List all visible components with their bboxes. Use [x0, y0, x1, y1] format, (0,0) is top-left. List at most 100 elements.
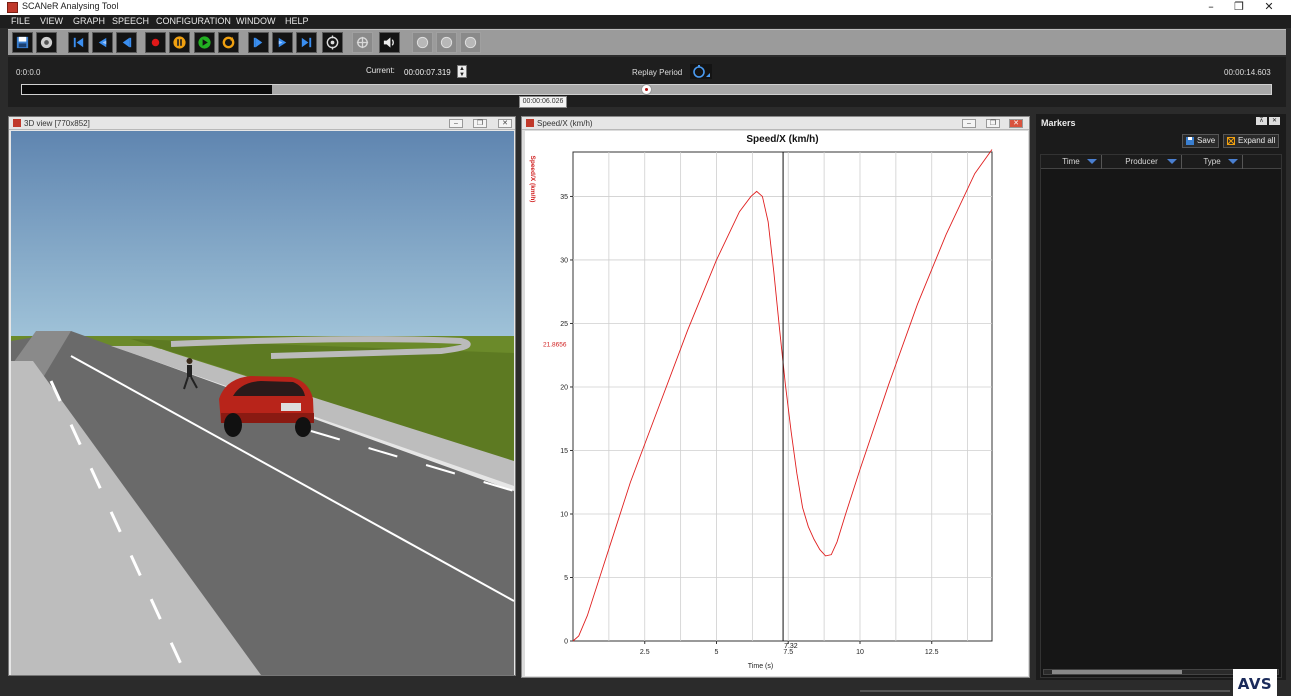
pause-icon[interactable] [169, 32, 190, 53]
speed-chart[interactable]: Speed/X (km/h) 2.5 5 7.5 10 12.5 0 5 10 15 20 25 30 3… [525, 131, 1028, 676]
camera-target-icon[interactable] [322, 32, 343, 53]
x-tick-label: 2.5 [640, 649, 650, 656]
graph-window-title: Speed/X (km/h) [537, 119, 593, 128]
replay-period-label: Replay Period [632, 68, 683, 77]
menu-graph[interactable]: GRAPH [73, 16, 105, 26]
3d-view-titlebar: 3D view [770x852] – ❐ ✕ [9, 117, 515, 130]
panel-icon [13, 119, 21, 127]
save-label: Save [1197, 136, 1216, 145]
menu-speech[interactable]: SPEECH [112, 16, 149, 26]
play-backward-icon[interactable] [116, 32, 137, 53]
x-tick-label: 7.5 [783, 649, 793, 656]
y-tick-label: 35 [560, 194, 568, 201]
markers-table[interactable]: Time Producer Type [1040, 154, 1282, 678]
restore-button[interactable]: ❐ [1224, 0, 1254, 15]
x-tick-label: 12.5 [925, 649, 939, 656]
graph-panel: Speed/X (km/h) – ❐ ✕ Speed/X (km/h) 2.5 5 7… [521, 116, 1030, 678]
panel-restore-button[interactable]: ❐ [986, 119, 1000, 128]
cursor-time-label: 7.32 [784, 643, 798, 650]
sort-arrow-icon[interactable] [1167, 159, 1177, 164]
y-tick-label: 25 [560, 321, 568, 328]
save-markers-button[interactable]: Save [1182, 134, 1220, 148]
column-time-label: Time [1062, 157, 1080, 166]
toolbar [8, 29, 1286, 55]
menu-configuration[interactable]: CONFIGURATION [156, 16, 231, 26]
save-icon [1186, 137, 1194, 145]
status-line [860, 690, 1230, 692]
y-tick-label: 20 [560, 384, 568, 391]
x-tick-label: 5 [715, 649, 719, 656]
column-time[interactable]: Time [1041, 155, 1102, 169]
chart-title: Speed/X (km/h) [746, 134, 818, 145]
3d-view-title: 3D view [770x852] [24, 119, 90, 128]
zoom-icon[interactable] [412, 32, 433, 53]
menu-window[interactable]: WINDOW [236, 16, 276, 26]
y-tick-label: 0 [564, 639, 568, 646]
y-axis-label: Speed/X (km/h) [529, 156, 536, 203]
record-icon[interactable] [145, 32, 166, 53]
plot-area[interactable]: Speed/X (km/h) 2.5 5 7.5 10 12.5 0 5 10 15 20 25 30 3… [525, 131, 1028, 676]
window-title: SCANeR Analysing Tool [22, 1, 119, 11]
cursor-value-label: 21.8656 [543, 341, 567, 348]
go-to-end-icon[interactable] [296, 32, 317, 53]
panel-close-button[interactable]: ✕ [498, 119, 512, 128]
column-type-label: Type [1203, 157, 1221, 166]
zoom-reset-icon[interactable] [436, 32, 457, 53]
column-type[interactable]: Type [1182, 155, 1243, 169]
markers-table-header: Time Producer Type [1041, 155, 1281, 169]
sort-arrow-icon[interactable] [1087, 159, 1097, 164]
menu-view[interactable]: VIEW [40, 16, 63, 26]
3d-scene-image [11, 131, 514, 675]
panel-icon [526, 119, 534, 127]
step-back-icon[interactable] [92, 32, 113, 53]
go-to-start-icon[interactable] [68, 32, 89, 53]
panel-minimize-button[interactable]: – [962, 119, 976, 128]
expand-icon [1227, 137, 1235, 145]
timeline-panel: 0:0:0.0 Current: 00:00:07.319 ▲ ▼ Replay … [8, 57, 1286, 107]
menu-help[interactable]: HELP [285, 16, 309, 26]
column-producer[interactable]: Producer [1102, 155, 1182, 169]
minimize-button[interactable]: – [1196, 0, 1226, 15]
pin-icon[interactable]: ⊼ [1256, 117, 1267, 125]
sort-arrow-icon[interactable] [1228, 159, 1238, 164]
zoom-out-icon[interactable] [460, 32, 481, 53]
y-tick-label: 15 [560, 448, 568, 455]
current-time-spinner[interactable]: ▲ ▼ [457, 65, 467, 78]
y-tick-label: 10 [560, 511, 568, 518]
current-time-value[interactable]: 00:00:07.319 [404, 68, 451, 77]
timeline-start: 0:0:0.0 [16, 68, 41, 77]
panel-close-button[interactable]: ✕ [1009, 119, 1023, 128]
avs-logo: AVS [1233, 669, 1277, 696]
scrollbar-thumb[interactable] [1052, 670, 1182, 674]
x-axis-label: Time (s) [748, 663, 773, 670]
expand-all-button[interactable]: Expand all [1223, 134, 1280, 148]
step-forward-icon[interactable] [272, 32, 293, 53]
play-forward-icon[interactable] [248, 32, 269, 53]
loop-icon[interactable] [218, 32, 239, 53]
markers-panel: Markers ⊼ ✕ Save Expand all Time Produce… [1036, 114, 1286, 680]
menu-bar: FILE VIEW GRAPH SPEECH CONFIGURATION WIN… [0, 15, 1291, 28]
crosshair-icon[interactable] [352, 32, 373, 53]
panel-minimize-button[interactable]: – [449, 119, 463, 128]
app-icon [7, 2, 18, 13]
panel-restore-button[interactable]: ❐ [473, 119, 487, 128]
timeline-end: 00:00:14.603 [1224, 68, 1271, 77]
3d-view-panel: 3D view [770x852] – ❐ ✕ [8, 116, 516, 676]
y-tick-label: 30 [560, 257, 568, 264]
play-icon[interactable] [194, 32, 215, 53]
close-icon[interactable]: ✕ [1269, 117, 1280, 125]
settings-icon[interactable] [36, 32, 57, 53]
menu-file[interactable]: FILE [11, 16, 30, 26]
sound-icon[interactable] [379, 32, 400, 53]
column-producer-label: Producer [1125, 157, 1158, 166]
3d-scene-viewport[interactable] [11, 131, 514, 675]
close-button[interactable]: ✕ [1254, 0, 1284, 15]
replay-period-icon[interactable] [690, 64, 712, 79]
save-icon[interactable] [12, 32, 33, 53]
expand-label: Expand all [1238, 136, 1276, 145]
timeline-playhead[interactable] [640, 84, 652, 95]
markers-title: Markers [1041, 118, 1076, 128]
current-time-label: Current: [366, 66, 395, 75]
y-tick-label: 5 [564, 575, 568, 582]
plot-frame [572, 151, 993, 642]
